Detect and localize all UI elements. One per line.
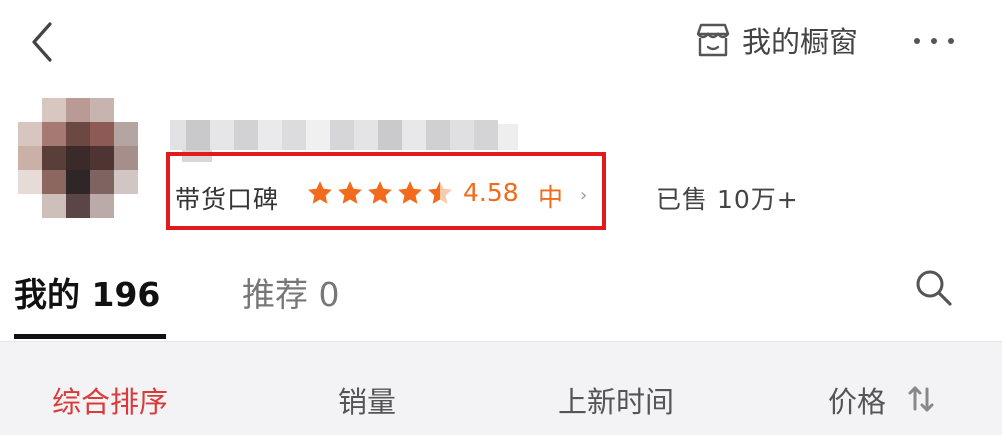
back-button[interactable] xyxy=(24,20,64,64)
storefront-icon xyxy=(696,23,730,57)
active-tab-indicator xyxy=(14,334,166,339)
chevron-left-icon xyxy=(32,22,52,62)
sort-sales[interactable]: 销量 xyxy=(338,379,396,421)
sort-price[interactable]: 价格 xyxy=(828,379,886,421)
more-options-button[interactable] xyxy=(914,24,954,58)
chevron-right-icon[interactable]: › xyxy=(580,185,587,206)
my-shop-window-link[interactable]: 我的橱窗 xyxy=(694,18,858,62)
sort-comprehensive[interactable]: 综合排序 xyxy=(52,379,168,421)
star-icon xyxy=(398,181,422,204)
search-icon xyxy=(916,270,952,306)
tab-recommended[interactable]: 推荐 0 xyxy=(242,268,340,316)
star-icon xyxy=(338,181,362,204)
shop-window-label: 我的橱窗 xyxy=(742,25,859,59)
rating-level: 中 xyxy=(538,183,564,212)
sort-newest[interactable]: 上新时间 xyxy=(558,379,674,421)
sold-count: 已售 10万+ xyxy=(656,185,799,214)
star-icon xyxy=(368,181,392,204)
rating-score: 4.58 xyxy=(463,178,519,207)
star-icon xyxy=(308,181,332,204)
sort-arrows-icon[interactable] xyxy=(906,384,936,414)
more-dot xyxy=(931,38,937,44)
star-half-icon xyxy=(428,181,452,204)
avatar xyxy=(18,98,138,218)
rating-stars xyxy=(306,179,454,211)
tab-mine[interactable]: 我的 196 xyxy=(14,268,160,316)
reputation-label: 带货口碑 xyxy=(175,185,280,214)
search-button[interactable] xyxy=(912,266,956,310)
more-dots-icon xyxy=(914,38,920,44)
more-dot xyxy=(948,38,954,44)
